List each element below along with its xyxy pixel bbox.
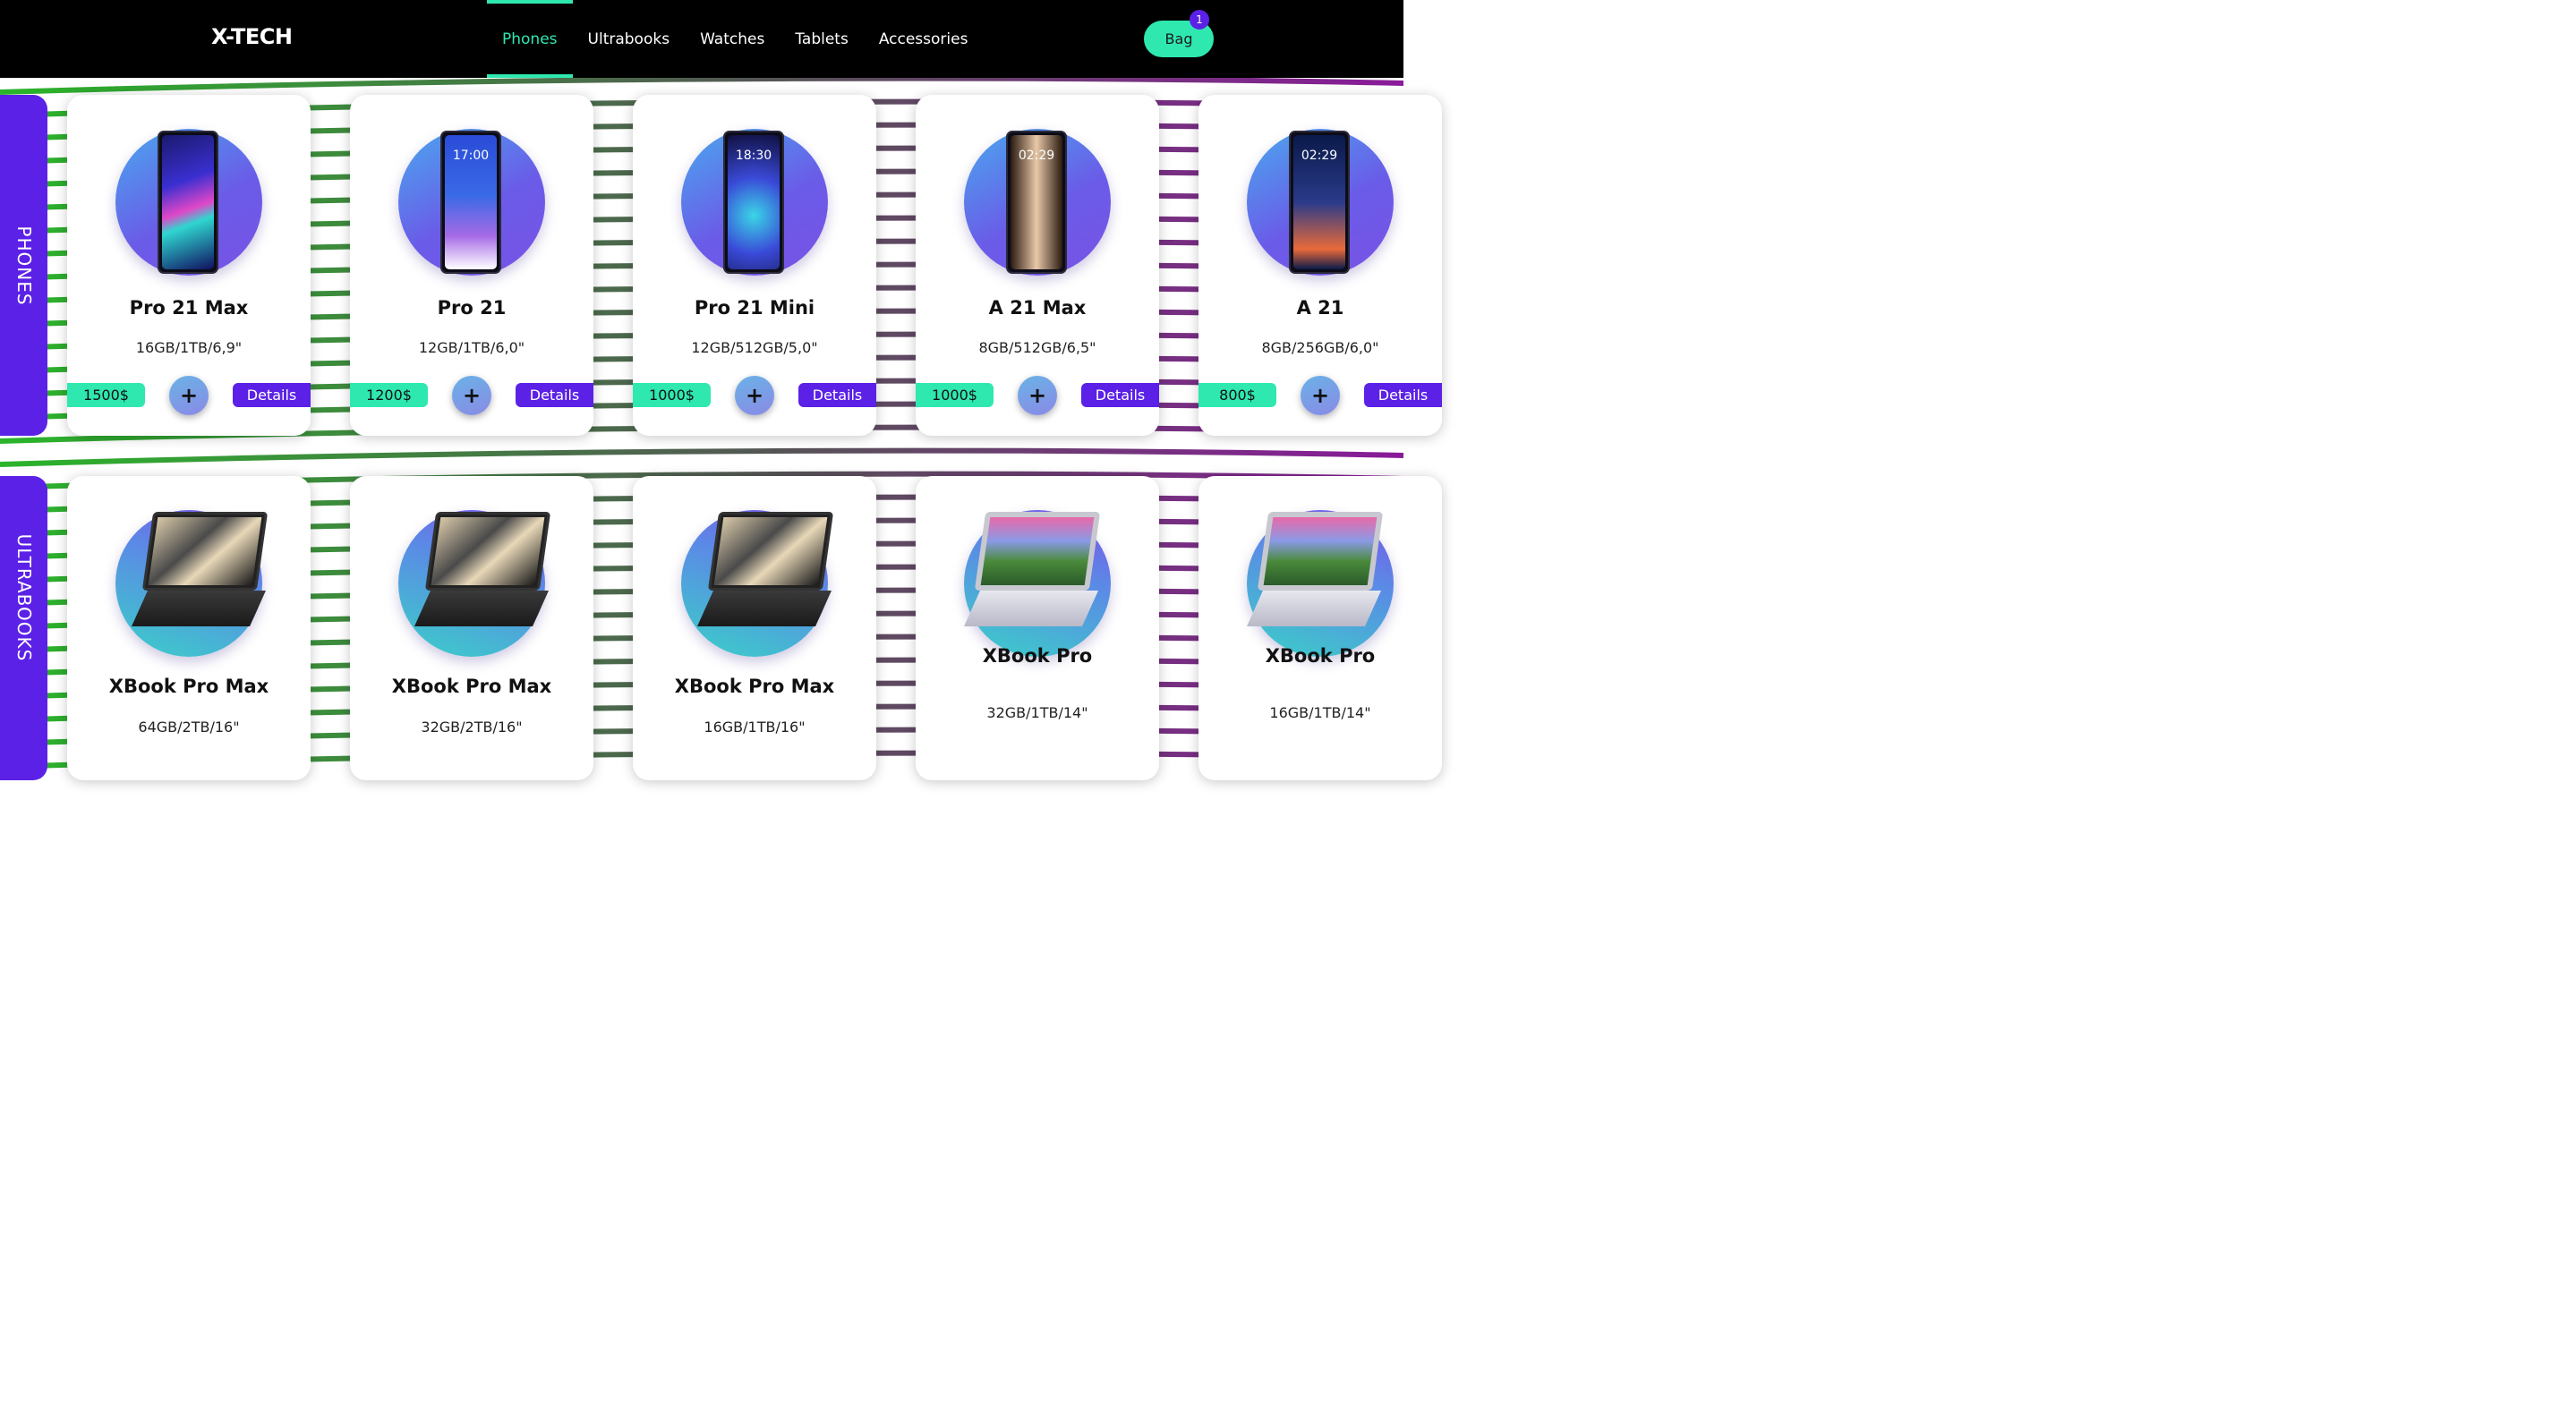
product-spec: 8GB/256GB/6,0" [1261,339,1379,356]
product-name: XBook Pro Max [674,676,835,697]
nav-item-accessories[interactable]: Accessories [864,0,984,78]
price-tag: 1200$ [350,383,428,407]
product-card[interactable]: 17:00 Pro 21 12GB/1TB/6,0" 1200$ + Detai… [350,95,593,436]
background-stripe [0,447,1403,467]
phone-image: 17:00 [440,131,501,274]
laptop-image [414,512,551,628]
product-name: Pro 21 Max [129,297,249,319]
phone-clock: 02:29 [1301,149,1338,163]
phone-clock: 18:30 [735,149,772,163]
product-image-backdrop: 02:29 [1247,129,1394,276]
phone-image: 02:29 [1006,131,1067,274]
product-name: A 21 Max [988,297,1087,319]
add-to-bag-button[interactable]: + [1301,376,1340,415]
nav-item-tablets[interactable]: Tablets [780,0,863,78]
product-name: XBook Pro Max [108,676,269,697]
product-image-backdrop [115,129,262,276]
laptop-image [1247,512,1384,628]
product-card[interactable]: XBook Pro 16GB/1TB/14" [1198,476,1442,780]
product-card[interactable]: 18:30 Pro 21 Mini 12GB/512GB/5,0" 1000$ … [633,95,876,436]
product-spec: 12GB/512GB/5,0" [691,339,818,356]
product-card[interactable]: XBook Pro Max 32GB/2TB/16" [350,476,593,780]
phone-image [158,131,218,274]
phone-clock: 17:00 [452,149,490,163]
nav-item-watches[interactable]: Watches [685,0,780,78]
product-name: XBook Pro [1265,645,1376,667]
product-card[interactable]: XBook Pro Max 16GB/1TB/16" [633,476,876,780]
bag-count-badge: 1 [1190,10,1209,30]
nav-item-ultrabooks[interactable]: Ultrabooks [573,0,686,78]
product-spec: 16GB/1TB/16" [704,719,806,736]
product-card[interactable]: 02:29 A 21 Max 8GB/512GB/6,5" 1000$ + De… [916,95,1159,436]
laptop-image [132,512,269,628]
product-card[interactable]: 02:29 A 21 8GB/256GB/6,0" 800$ + Details [1198,95,1442,436]
product-spec: 16GB/1TB/14" [1269,704,1371,721]
product-name: Pro 21 [437,297,507,319]
price-tag: 800$ [1198,383,1276,407]
product-name: XBook Pro [982,645,1093,667]
product-card[interactable]: Pro 21 Max 16GB/1TB/6,9" 1500$ + Details [67,95,311,436]
price-tag: 1000$ [916,383,994,407]
details-button[interactable]: Details [516,383,593,407]
product-image-backdrop [964,510,1111,657]
nav-item-phones[interactable]: Phones [487,0,573,78]
product-spec: 16GB/1TB/6,9" [135,339,243,356]
section-label-ultrabooks: ULTRABOOKS [13,533,35,662]
details-button[interactable]: Details [1364,383,1442,407]
product-spec: 32GB/1TB/14" [986,704,1088,721]
section-label-phones: PHONES [13,225,35,306]
top-navigation-bar: X-TECH Phones Ultrabooks Watches Tablets… [0,0,1403,78]
laptop-image [697,512,834,628]
price-tag: 1000$ [633,383,711,407]
product-card[interactable]: XBook Pro 32GB/1TB/14" [916,476,1159,780]
product-spec: 12GB/1TB/6,0" [418,339,525,356]
site-logo[interactable]: X-TECH [211,24,293,49]
product-image-backdrop: 02:29 [964,129,1111,276]
category-nav: Phones Ultrabooks Watches Tablets Access… [487,0,983,78]
product-image-backdrop [681,510,834,657]
product-card[interactable]: XBook Pro Max 64GB/2TB/16" [67,476,311,780]
section-tab-ultrabooks[interactable]: ULTRABOOKS [0,476,47,780]
product-name: A 21 [1296,297,1344,319]
section-tab-phones[interactable]: PHONES [0,95,47,436]
product-spec: 8GB/512GB/6,5" [978,339,1096,356]
add-to-bag-button[interactable]: + [1018,376,1057,415]
details-button[interactable]: Details [798,383,876,407]
product-image-backdrop: 18:30 [681,129,828,276]
phone-image: 02:29 [1289,131,1350,274]
product-image-backdrop [115,510,269,657]
product-image-backdrop [398,510,551,657]
product-name: XBook Pro Max [391,676,552,697]
product-spec: 32GB/2TB/16" [421,719,523,736]
product-name: Pro 21 Mini [694,297,815,319]
details-button[interactable]: Details [233,383,311,407]
add-to-bag-button[interactable]: + [169,376,209,415]
background-stripe [0,75,1403,95]
add-to-bag-button[interactable]: + [452,376,491,415]
details-button[interactable]: Details [1081,383,1159,407]
price-tag: 1500$ [67,383,145,407]
phone-clock: 02:29 [1018,149,1055,163]
product-image-backdrop [1247,510,1394,657]
add-to-bag-button[interactable]: + [735,376,774,415]
product-spec: 64GB/2TB/16" [138,719,240,736]
product-image-backdrop: 17:00 [398,129,545,276]
phone-image: 18:30 [723,131,784,274]
laptop-image [964,512,1101,628]
